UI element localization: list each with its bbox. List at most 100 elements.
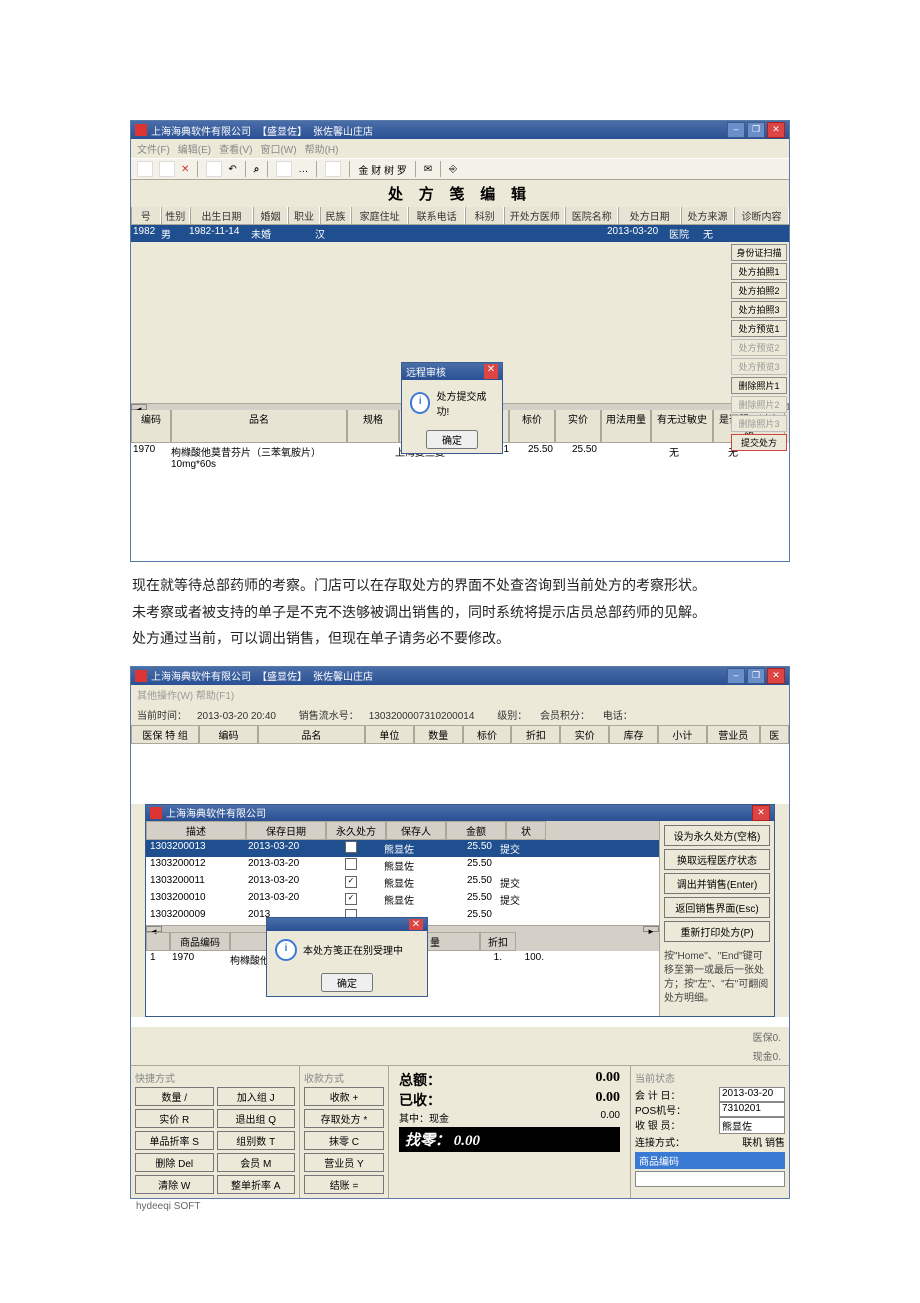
- col-header: 医: [760, 725, 789, 744]
- side-button[interactable]: 提交处方: [731, 434, 787, 451]
- window-pos: 上海海典软件有限公司 【盛显佐】 张佐馨山庄店 ‒ ❐ ✕ 其他操作(W) 帮助…: [130, 666, 790, 1199]
- quick-button[interactable]: 实价 R: [135, 1109, 214, 1128]
- col-header: 实价: [560, 725, 609, 744]
- list-item[interactable]: 13032000102013-03-20✓熊显佐25.50提交: [146, 891, 659, 908]
- hint-text: 按"Home"、"End"键可移至第一或最后一张处方；按"左"、"右"可翻阅处方…: [660, 946, 774, 1010]
- action-button[interactable]: 设为永久处方(空格): [664, 825, 770, 846]
- col-header: 编码: [131, 410, 171, 443]
- patient-row[interactable]: 1982 男 1982-11-14 未婚 汉 2013-03-20 医院 无: [131, 225, 789, 242]
- quick-button[interactable]: 结账 =: [304, 1175, 384, 1194]
- print-icon[interactable]: [276, 161, 292, 177]
- col-header: 实价: [555, 410, 601, 443]
- close-button[interactable]: ✕: [767, 122, 785, 138]
- col-header: 处方来源: [681, 207, 734, 224]
- col-header: 保存人: [386, 821, 446, 840]
- col-header: 性别: [161, 207, 191, 224]
- quick-button[interactable]: 抹零 C: [304, 1131, 384, 1150]
- quick-button[interactable]: 清除 W: [135, 1175, 214, 1194]
- col-header: 单位: [365, 725, 414, 744]
- side-button[interactable]: 处方拍照3: [731, 301, 787, 318]
- side-button[interactable]: 处方拍照2: [731, 282, 787, 299]
- info-icon: i: [275, 939, 297, 961]
- quick-button[interactable]: 单品折率 S: [135, 1131, 214, 1150]
- col-header: 有无过敏史: [651, 410, 713, 443]
- side-button[interactable]: 删除照片3: [731, 415, 787, 432]
- app-icon: [150, 807, 162, 819]
- side-button[interactable]: 处方预览3: [731, 358, 787, 375]
- dialog-title: 远程审核: [406, 364, 446, 379]
- barcode-input[interactable]: [635, 1171, 785, 1187]
- sale-columns: 医保 特 组编码品名单位数量标价折扣实价库存小计营业员医: [131, 725, 789, 744]
- action-button[interactable]: 调出并销售(Enter): [664, 873, 770, 894]
- close-button[interactable]: ✕: [767, 668, 785, 684]
- quick-button[interactable]: 存取处方 *: [304, 1109, 384, 1128]
- list-item[interactable]: 13032000122013-03-20熊显佐25.50: [146, 857, 659, 874]
- dialog-ok-button[interactable]: 确定: [321, 973, 373, 992]
- menubar[interactable]: 文件(F)编辑(E)查看(V)窗口(W)帮助(H): [131, 139, 789, 158]
- status-block: 当前状态 会 计 日：2013-03-20 POS机号：7310201 收 银 …: [630, 1066, 789, 1198]
- col-header: 用法用量: [601, 410, 651, 443]
- restore-button[interactable]: ❐: [747, 668, 765, 684]
- side-buttons: 身份证扫描处方拍照1 处方拍照2 处方拍照3 处方预览1 处方预览2 处方预览3 删除照片1…: [731, 244, 787, 451]
- col-header: 诊断内容: [734, 207, 789, 224]
- side-button[interactable]: 处方拍照1: [731, 263, 787, 280]
- min-button[interactable]: ‒: [727, 122, 745, 138]
- side-button[interactable]: 身份证扫描: [731, 244, 787, 261]
- col-header: 出生日期: [190, 207, 253, 224]
- col-header: 状: [506, 821, 546, 840]
- app-title: 上海海典软件有限公司: [151, 123, 251, 138]
- footer: 快捷方式 数量 /加入组 J实价 R退出组 Q单品折率 S组别数 T删除 Del…: [131, 1065, 789, 1198]
- edit-icon[interactable]: [159, 161, 175, 177]
- side-button[interactable]: 处方预览2: [731, 339, 787, 356]
- action-button[interactable]: 返回销售界面(Esc): [664, 897, 770, 918]
- col-header: 职业: [288, 207, 319, 224]
- col-header: 描述: [146, 821, 246, 840]
- action-button[interactable]: 换取远程医疗状态: [664, 849, 770, 870]
- col-header: 标价: [509, 410, 555, 443]
- save-icon[interactable]: [206, 161, 222, 177]
- col-header: 婚姻: [253, 207, 288, 224]
- quick-button[interactable]: 退出组 Q: [217, 1109, 296, 1128]
- app-icon: [135, 670, 147, 682]
- dialog-close-icon[interactable]: ✕: [409, 919, 423, 930]
- chart-icon[interactable]: [325, 161, 341, 177]
- col-header: 商品编码: [170, 932, 230, 951]
- col-header: 营业员: [707, 725, 760, 744]
- col-header: 金额: [446, 821, 506, 840]
- max-button[interactable]: ❐: [747, 122, 765, 138]
- side-button[interactable]: 删除照片1: [731, 377, 787, 394]
- col-header: 联系电话: [408, 207, 465, 224]
- quick-button[interactable]: 组别数 T: [217, 1131, 296, 1150]
- barcode-title: 商品编码: [635, 1152, 785, 1169]
- inner-close-icon[interactable]: ✕: [752, 805, 770, 821]
- col-header: 编码: [199, 725, 258, 744]
- list-item[interactable]: 13032000132013-03-20熊显佐25.50提交: [146, 840, 659, 857]
- quick-button[interactable]: 整单折率 A: [217, 1175, 296, 1194]
- quick-button[interactable]: 加入组 J: [217, 1087, 296, 1106]
- dialog-ok-button[interactable]: 确定: [426, 430, 478, 449]
- side-button[interactable]: 处方预览1: [731, 320, 787, 337]
- col-header: 数量: [414, 725, 463, 744]
- menubar-2[interactable]: 其他操作(W) 帮助(F1): [131, 685, 789, 704]
- quick-button[interactable]: 营业员 Y: [304, 1153, 384, 1172]
- col-header: 医院名称: [565, 207, 618, 224]
- dialog-close-icon[interactable]: ✕: [484, 364, 498, 379]
- min-button[interactable]: ‒: [727, 668, 745, 684]
- side-button[interactable]: 删除照片2: [731, 396, 787, 413]
- doc-icon[interactable]: [137, 161, 153, 177]
- app-icon: [135, 124, 147, 136]
- quick-button[interactable]: 收款 +: [304, 1087, 384, 1106]
- toolbar[interactable]: ✕ ↶ ⌕ … 金 财 树 罗 ✉ ⎆: [131, 158, 789, 180]
- col-header: 折扣: [511, 725, 560, 744]
- dialog-msg: 处方提交成功!: [436, 388, 494, 418]
- inner-saved-rx-window: 上海海典软件有限公司 ✕ 描述保存日期永久处方保存人金额状 1303200013…: [145, 804, 775, 1017]
- quick-button[interactable]: 删除 Del: [135, 1153, 214, 1172]
- titlebar-2: 上海海典软件有限公司 【盛显佐】 张佐馨山庄店 ‒ ❐ ✕: [131, 667, 789, 685]
- store-name: 张佐馨山庄店: [313, 123, 373, 138]
- quick-button[interactable]: 数量 /: [135, 1087, 214, 1106]
- action-button[interactable]: 重新打印处方(P): [664, 921, 770, 942]
- info-icon: i: [410, 392, 430, 414]
- col-header: 品名: [258, 725, 365, 744]
- quick-button[interactable]: 会员 M: [217, 1153, 296, 1172]
- list-item[interactable]: 13032000112013-03-20✓熊显佐25.50提交: [146, 874, 659, 891]
